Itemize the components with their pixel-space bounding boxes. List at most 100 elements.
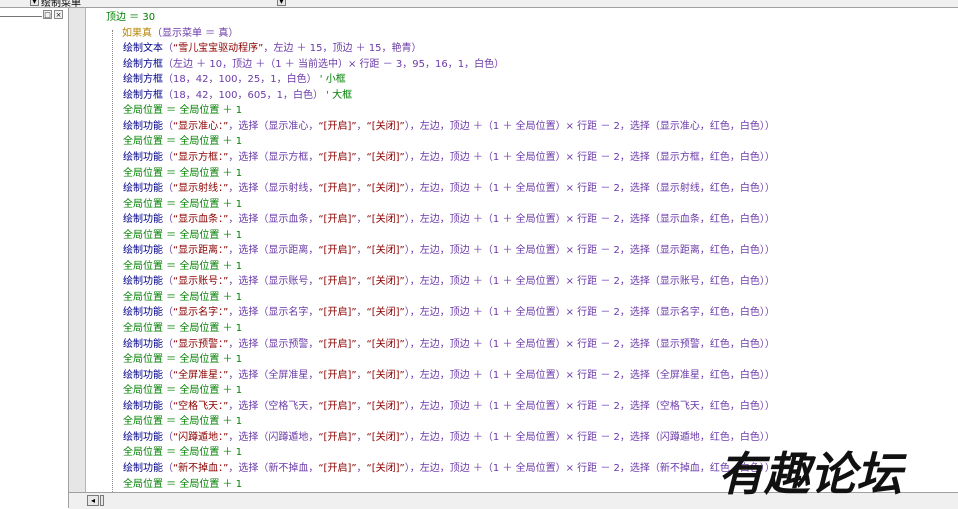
- code-token: “显示账号：”: [173, 276, 229, 288]
- code-line[interactable]: 全局位置 ＝ 全局位置 ＋ 1: [123, 414, 242, 430]
- code-token: “显示射线：”: [173, 183, 229, 195]
- code-token: （显示菜单 ＝ 真）: [152, 27, 239, 39]
- code-token: （: [163, 214, 173, 226]
- code-token: 绘制功能: [123, 245, 163, 257]
- code-token: ，选择（显示名字，: [228, 307, 319, 319]
- code-token: “[开启]”: [318, 245, 357, 257]
- code-token: “[开启]”: [318, 120, 357, 132]
- code-token: ，选择（显示血条，: [228, 214, 319, 226]
- combo-dropdown-arrow-icon[interactable]: ▼: [30, 0, 39, 6]
- code-token: 绘制方框: [123, 89, 163, 101]
- code-line[interactable]: 全局位置 ＝ 全局位置 ＋ 1: [123, 134, 242, 150]
- code-token: “[关闭]”: [366, 245, 405, 257]
- code-line[interactable]: 全局位置 ＝ 全局位置 ＋ 1: [123, 352, 242, 368]
- code-token: 全局位置 ＝ 全局位置 ＋ 1: [123, 136, 243, 148]
- combo2-dropdown-arrow-icon[interactable]: ▼: [277, 0, 286, 6]
- subroutine-selector[interactable]: 绘制菜单: [41, 0, 81, 7]
- code-line[interactable]: 绘制功能（“显示准心：”，选择（显示准心，“[开启]”，“[关闭]”），左边，顶…: [123, 119, 775, 135]
- code-token: 绘制文本: [123, 43, 163, 55]
- restore-icon[interactable]: □: [43, 10, 52, 19]
- code-token: ，: [356, 245, 367, 257]
- code-token: 绘制功能: [123, 307, 163, 319]
- code-token: 绘制功能: [123, 151, 163, 163]
- scroll-thumb[interactable]: [100, 495, 104, 506]
- code-line[interactable]: 全局位置 ＝ 全局位置 ＋ 1: [123, 259, 242, 275]
- code-token: ，选择（空格飞天，: [228, 400, 319, 412]
- code-token: 全局位置 ＝ 全局位置 ＋ 1: [123, 354, 243, 366]
- code-token: （: [163, 183, 173, 195]
- code-token: 全局位置 ＝ 全局位置 ＋ 1: [123, 478, 243, 490]
- code-line[interactable]: 绘制功能（“全屏准星：”，选择（全屏准星，“[开启]”，“[关闭]”），左边，顶…: [123, 368, 775, 384]
- toolbar: ▼ 绘制菜单 ▼: [0, 0, 958, 8]
- code-line[interactable]: 全局位置 ＝ 全局位置 ＋ 1: [123, 321, 242, 337]
- code-line[interactable]: 如果真（显示菜单 ＝ 真）: [122, 26, 238, 42]
- code-line[interactable]: 绘制功能（“闪蹲遁地：”，选择（闪蹲遁地，“[开启]”，“[关闭]”），左边，顶…: [123, 430, 775, 446]
- code-token: “显示血条：”: [173, 214, 229, 226]
- code-token: “[开启]”: [318, 151, 357, 163]
- code-token: ），左边，顶边 ＋（1 ＋ 全局位置）× 行距 － 2，选择（闪蹲遁地，红色，白…: [404, 431, 775, 443]
- code-editor[interactable]: 顶边 ＝ 30 如果真（显示菜单 ＝ 真） 绘制文本（“雪儿宝宝驱动程序”，左边 ＋…: [86, 8, 958, 492]
- code-token: “[开启]”: [318, 338, 357, 350]
- code-token: ，选择（新不掉血，: [228, 462, 319, 474]
- code-token: 绘制功能: [123, 400, 163, 412]
- code-token: “[关闭]”: [366, 462, 405, 474]
- code-token: ，: [356, 462, 367, 474]
- code-token: 绘制功能: [123, 369, 163, 381]
- code-line[interactable]: 顶边 ＝ 30: [106, 10, 155, 26]
- code-line[interactable]: 全局位置 ＝ 全局位置 ＋ 1: [123, 166, 242, 182]
- code-line[interactable]: 全局位置 ＝ 全局位置 ＋ 1: [123, 228, 242, 244]
- code-token: “显示名字：”: [173, 307, 229, 319]
- code-token: “[关闭]”: [366, 400, 405, 412]
- code-token: （: [163, 369, 173, 381]
- scroll-left-icon[interactable]: ◂: [87, 495, 99, 506]
- code-token: 全局位置 ＝ 全局位置 ＋ 1: [123, 416, 243, 428]
- code-token: “显示准心：”: [173, 120, 229, 132]
- code-token: 全局位置 ＝ 全局位置 ＋ 1: [123, 167, 243, 179]
- code-token: “显示距离：”: [173, 245, 229, 257]
- code-line[interactable]: 全局位置 ＝ 全局位置 ＋ 1: [123, 445, 242, 461]
- code-token: ），左边，顶边 ＋（1 ＋ 全局位置）× 行距 － 2，选择（显示距离，红色，白…: [404, 245, 775, 257]
- left-panel: □ ×: [0, 8, 69, 508]
- code-line[interactable]: 绘制功能（“空格飞天：”，选择（空格飞天，“[开启]”，“[关闭]”），左边，顶…: [123, 399, 775, 415]
- code-token: （: [163, 245, 173, 257]
- code-token: （: [163, 462, 173, 474]
- code-token: “[关闭]”: [366, 369, 405, 381]
- close-icon[interactable]: ×: [54, 10, 63, 19]
- code-token: “[关闭]”: [366, 151, 405, 163]
- code-token: 绘制功能: [123, 431, 163, 443]
- code-line[interactable]: 绘制功能（“显示射线：”，选择（显示射线，“[开启]”，“[关闭]”），左边，顶…: [123, 181, 775, 197]
- code-token: ，选择（显示账号，: [228, 276, 319, 288]
- code-line[interactable]: 绘制方框（18，42，100，605，1，白色） ' 大框: [123, 88, 352, 104]
- code-token: ），左边，顶边 ＋（1 ＋ 全局位置）× 行距 － 2，选择（显示射线，红色，白…: [404, 183, 775, 195]
- code-line[interactable]: 全局位置 ＝ 全局位置 ＋ 1: [123, 197, 242, 213]
- code-line[interactable]: 绘制功能（“显示距离：”，选择（显示距离，“[开启]”，“[关闭]”），左边，顶…: [123, 243, 775, 259]
- code-line[interactable]: 绘制方框（左边 ＋ 10，顶边 ＋（1 ＋ 当前选中）× 行距 － 3，95，1…: [123, 57, 504, 73]
- code-line[interactable]: 绘制功能（“显示方框：”，选择（显示方框，“[开启]”，“[关闭]”），左边，顶…: [123, 150, 775, 166]
- code-token: ），左边，顶边 ＋（1 ＋ 全局位置）× 行距 － 2，选择（显示方框，红色，白…: [404, 151, 775, 163]
- code-token: （左边 ＋ 10，顶边 ＋（1 ＋ 当前选中）× 行距 － 3，95，16，1，…: [163, 58, 505, 70]
- code-line[interactable]: 全局位置 ＝ 全局位置 ＋ 1: [123, 290, 242, 306]
- code-token: 绘制功能: [123, 214, 163, 226]
- code-line[interactable]: 全局位置 ＝ 全局位置 ＋ 1: [123, 103, 242, 119]
- code-token: （18，42，100，605，1，白色）: [163, 89, 323, 101]
- code-line[interactable]: 绘制功能（“显示血条：”，选择（显示血条，“[开启]”，“[关闭]”），左边，顶…: [123, 212, 775, 228]
- code-token: ，左边 ＋ 15，顶边 ＋ 15，艳青）: [263, 43, 422, 55]
- code-token: ，: [356, 431, 367, 443]
- code-token: 绘制功能: [123, 338, 163, 350]
- code-token: ，: [356, 307, 367, 319]
- code-token: （: [163, 338, 173, 350]
- code-token: “闪蹲遁地：”: [173, 431, 229, 443]
- code-token: ），左边，顶边 ＋（1 ＋ 全局位置）× 行距 － 2，选择（显示名字，红色，白…: [404, 307, 775, 319]
- watermark-logo: 有趣论坛: [718, 447, 907, 500]
- code-line[interactable]: 绘制功能（“新不掉血：”，选择（新不掉血，“[开启]”，“[关闭]”），左边，顶…: [123, 461, 775, 477]
- code-token: ），左边，顶边 ＋（1 ＋ 全局位置）× 行距 － 2，选择（全屏准星，红色，白…: [404, 369, 775, 381]
- code-line[interactable]: 绘制功能（“显示账号：”，选择（显示账号，“[开启]”，“[关闭]”），左边，顶…: [123, 274, 775, 290]
- code-line[interactable]: 绘制方框（18，42，100，25，1，白色） ' 小框: [123, 72, 346, 88]
- code-line[interactable]: 绘制功能（“显示预警：”，选择（显示预警，“[开启]”，“[关闭]”），左边，顶…: [123, 337, 775, 353]
- code-line[interactable]: 全局位置 ＝ 全局位置 ＋ 1: [123, 383, 242, 399]
- code-line[interactable]: 绘制功能（“显示名字：”，选择（显示名字，“[开启]”，“[关闭]”），左边，顶…: [123, 305, 775, 321]
- code-line[interactable]: 全局位置 ＝ 全局位置 ＋ 1: [123, 477, 242, 493]
- code-line[interactable]: 绘制文本（“雪儿宝宝驱动程序”，左边 ＋ 15，顶边 ＋ 15，艳青）: [123, 41, 422, 57]
- code-token: 绘制方框: [123, 58, 163, 70]
- code-token: 绘制功能: [123, 462, 163, 474]
